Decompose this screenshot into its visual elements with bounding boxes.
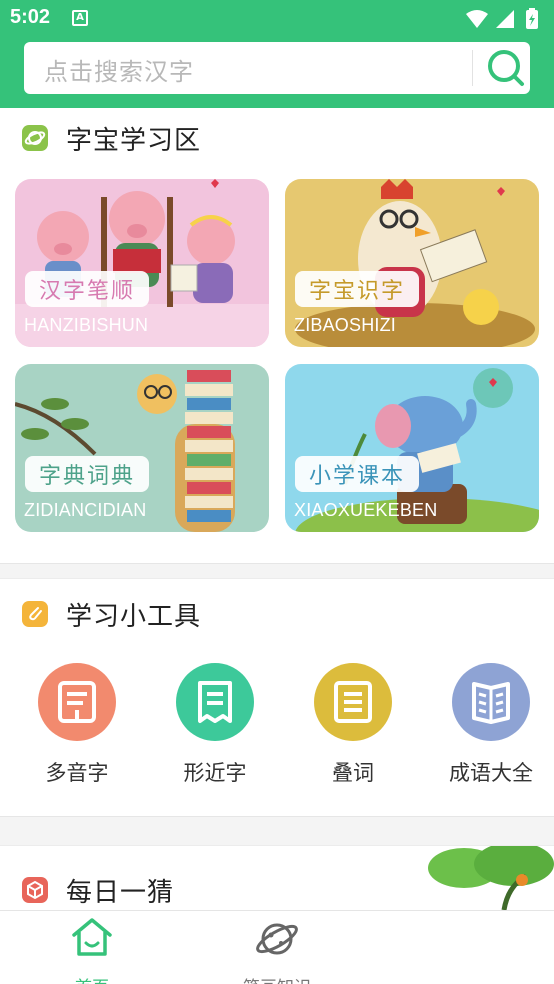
tool-icon-circle bbox=[314, 663, 392, 741]
section-divider bbox=[0, 816, 554, 846]
status-time: 5:02 bbox=[10, 6, 51, 28]
notification-icon: A bbox=[72, 10, 88, 26]
card-pinyin: HANZIBISHUN bbox=[24, 315, 149, 335]
status-bar: 5:02 A bbox=[0, 0, 554, 38]
card-zidian-cidian[interactable]: 字典词典 ZIDIANCIDIAN bbox=[15, 364, 269, 532]
tool-icon-circle bbox=[38, 663, 116, 741]
section-divider bbox=[0, 563, 554, 579]
page-icon bbox=[334, 681, 372, 723]
receipt-icon bbox=[198, 681, 232, 723]
search-bar[interactable]: 点击搜索汉字 bbox=[24, 42, 530, 94]
card-label: 汉字笔顺 bbox=[25, 271, 150, 307]
tool-dieci[interactable]: 叠词 bbox=[293, 663, 413, 787]
tool-label: 成语大全 bbox=[449, 761, 533, 785]
planet-icon bbox=[256, 923, 298, 955]
paperclip-icon bbox=[22, 601, 48, 627]
book-stack bbox=[185, 370, 233, 522]
nav-bihua-zhishi[interactable]: 笔画知识 bbox=[222, 915, 332, 984]
planet-badge-icon bbox=[22, 125, 48, 151]
wifi-icon bbox=[466, 10, 488, 28]
bottom-nav: 首页 笔画知识 bbox=[0, 910, 554, 984]
card-pinyin: XIAOXUEKEBEN bbox=[294, 500, 438, 520]
card-label: 字宝识字 bbox=[295, 271, 420, 307]
card-pinyin: ZIBAOSHIZI bbox=[294, 315, 397, 335]
system-status-icons bbox=[466, 8, 538, 29]
card-pinyin: ZIDIANCIDIAN bbox=[24, 500, 147, 520]
cube-icon bbox=[22, 877, 48, 903]
app-header: 5:02 A 点击搜索汉字 bbox=[0, 0, 554, 108]
nav-label: 首页 bbox=[37, 973, 147, 984]
nav-label: 笔画知识 bbox=[222, 973, 332, 984]
book-icon bbox=[472, 682, 510, 724]
card-label: 字典词典 bbox=[25, 456, 150, 492]
tool-label: 叠词 bbox=[332, 761, 374, 785]
signal-icon bbox=[496, 10, 514, 28]
tool-icon-circle bbox=[176, 663, 254, 741]
tool-icon-circle bbox=[452, 663, 530, 741]
search-icon[interactable] bbox=[482, 44, 530, 92]
tool-duoyinzi[interactable]: 多音字 bbox=[17, 663, 137, 787]
card-label: 小学课本 bbox=[295, 456, 420, 492]
study-area-title: 字宝学习区 bbox=[66, 126, 202, 156]
home-icon bbox=[72, 918, 112, 956]
tree-illustration bbox=[428, 846, 554, 910]
document-icon bbox=[58, 681, 96, 723]
search-input[interactable]: 点击搜索汉字 bbox=[44, 52, 194, 87]
card-xiaoxue-keben[interactable]: 小学课本 XIAOXUEKEBEN bbox=[285, 364, 539, 532]
daily-title: 每日一猜 bbox=[66, 878, 175, 908]
tool-label: 多音字 bbox=[45, 761, 109, 785]
tool-label: 形近字 bbox=[183, 761, 247, 785]
card-hanzi-bishun[interactable]: 汉字笔顺 HANZIBISHUN bbox=[15, 179, 269, 347]
tool-chengyu-daquan[interactable]: 成语大全 bbox=[431, 663, 551, 787]
tools-title: 学习小工具 bbox=[66, 602, 202, 632]
search-divider bbox=[472, 50, 473, 86]
nav-home[interactable]: 首页 bbox=[37, 915, 147, 984]
tool-xingjinzi[interactable]: 形近字 bbox=[155, 663, 275, 787]
card-zibao-shizi[interactable]: 字宝识字 ZIBAOSHIZI bbox=[285, 179, 539, 347]
